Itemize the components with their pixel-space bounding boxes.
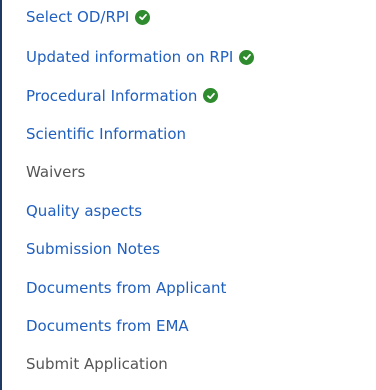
step-quality-aspects[interactable]: Quality aspects <box>26 192 376 230</box>
step-label: Documents from Applicant <box>26 278 227 297</box>
check-circle-icon <box>203 88 219 104</box>
step-label: Quality aspects <box>26 201 143 220</box>
step-documents-from-applicant[interactable]: Documents from Applicant <box>26 268 376 306</box>
step-procedural-information[interactable]: Procedural Information <box>26 76 376 114</box>
steps-list: Select OD/RPI Updated information on RPI… <box>26 0 376 384</box>
step-select-od-rpi[interactable]: Select OD/RPI <box>26 0 376 38</box>
step-scientific-information[interactable]: Scientific Information <box>26 115 376 153</box>
step-submission-notes[interactable]: Submission Notes <box>26 230 376 268</box>
step-label: Documents from EMA <box>26 316 189 335</box>
check-circle-icon <box>239 49 255 65</box>
step-submit-application[interactable]: Submit Application <box>26 345 376 383</box>
step-label: Submit Application <box>26 355 168 374</box>
step-documents-from-ema[interactable]: Documents from EMA <box>26 307 376 345</box>
step-label: Procedural Information <box>26 86 198 105</box>
step-label: Submission Notes <box>26 240 160 259</box>
step-waivers[interactable]: Waivers <box>26 153 376 191</box>
application-steps-nav: Select OD/RPI Updated information on RPI… <box>0 0 376 390</box>
step-label: Scientific Information <box>26 124 187 143</box>
check-circle-icon <box>135 9 151 25</box>
step-label: Updated information on RPI <box>26 48 234 67</box>
step-label: Waivers <box>26 163 86 182</box>
step-label: Select OD/RPI <box>26 8 130 26</box>
step-updated-information-on-rpi[interactable]: Updated information on RPI <box>26 38 376 76</box>
